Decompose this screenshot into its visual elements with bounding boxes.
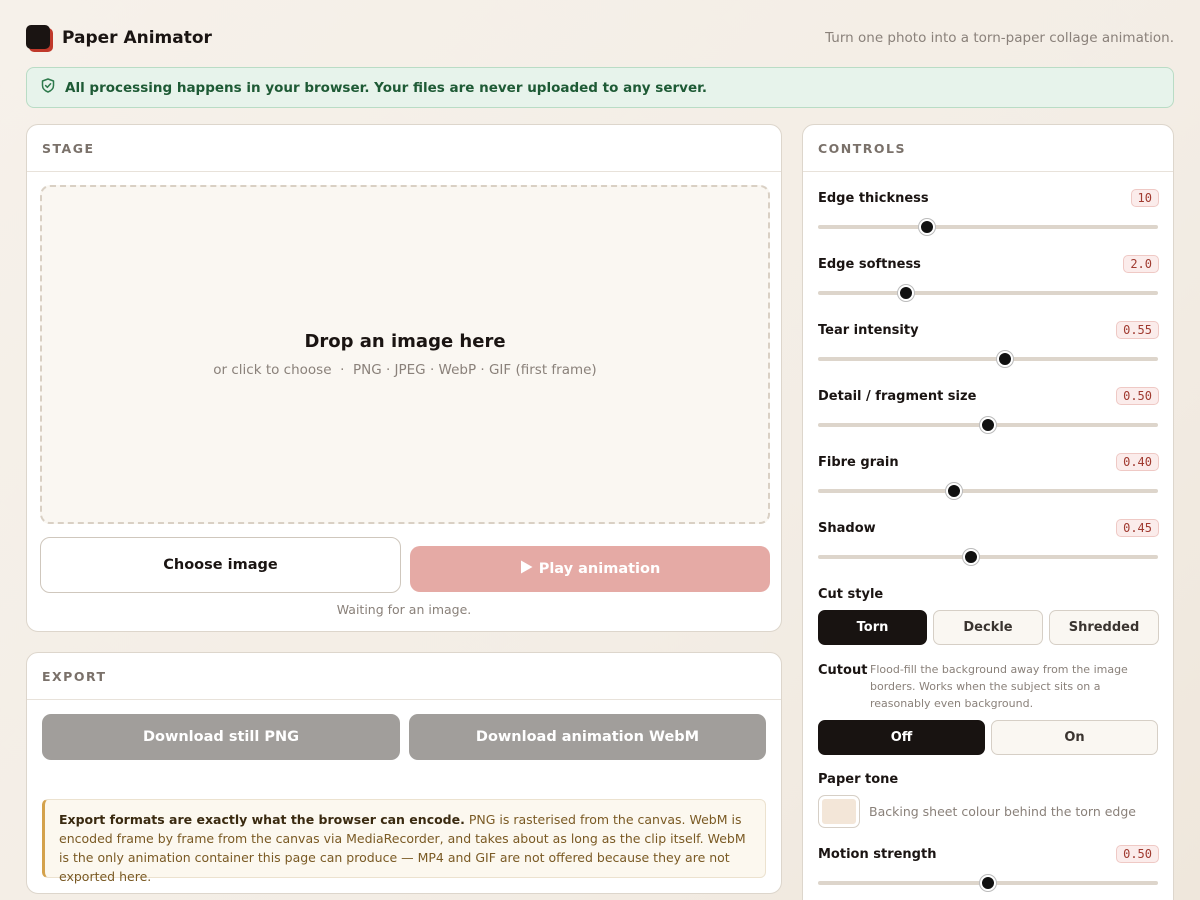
stage-panel: STAGE Drop an image here or click to cho… bbox=[26, 124, 782, 632]
detail-fragment-size-value: 0.50 bbox=[1116, 387, 1159, 405]
shadow-thumb[interactable] bbox=[963, 549, 979, 565]
tagline: Turn one photo into a torn-paper collage… bbox=[825, 30, 1174, 46]
controls-panel: CONTROLS Edge thickness 10 Edge softness 2.… bbox=[802, 124, 1174, 900]
detail-fragment-size-slider[interactable] bbox=[818, 417, 1158, 433]
motion-strength-value: 0.50 bbox=[1116, 845, 1159, 863]
cut-style-shredded[interactable]: Shredded bbox=[1049, 610, 1159, 645]
cut-style-deckle[interactable]: Deckle bbox=[933, 610, 1043, 645]
edge-thickness-thumb[interactable] bbox=[918, 219, 935, 235]
shadow-control: Shadow 0.45 bbox=[818, 517, 1159, 565]
app-title: Paper Animator bbox=[62, 28, 212, 48]
play-animation-label: Play animation bbox=[538, 561, 661, 577]
app-header: Paper Animator Turn one photo into a tor… bbox=[26, 24, 1174, 52]
detail-fragment-size-thumb[interactable] bbox=[980, 417, 996, 433]
paper-tone-swatch[interactable] bbox=[818, 795, 860, 828]
app-logo-icon bbox=[26, 25, 53, 52]
download-png-button[interactable]: Download still PNG bbox=[42, 714, 400, 760]
paper-tone-control: Paper tone bbox=[818, 768, 1159, 787]
edge-thickness-control: Edge thickness 10 bbox=[818, 187, 1159, 235]
download-webm-button[interactable]: Download animation WebM bbox=[409, 714, 766, 760]
stage-title: STAGE bbox=[27, 125, 781, 172]
tear-intensity-value: 0.55 bbox=[1116, 321, 1159, 339]
shadow-value: 0.45 bbox=[1116, 519, 1159, 537]
image-drop-zone[interactable]: Drop an image here or click to choose · … bbox=[40, 185, 770, 524]
edge-softness-control: Edge softness 2.0 bbox=[818, 253, 1159, 301]
cutout-description: Flood-fill the background away from the … bbox=[870, 663, 1128, 710]
play-icon bbox=[520, 560, 533, 578]
cut-style-control: Cut style bbox=[818, 583, 1159, 602]
edge-softness-slider[interactable] bbox=[818, 285, 1158, 301]
drop-zone-title: Drop an image here bbox=[304, 331, 506, 352]
cutout-on[interactable]: On bbox=[991, 720, 1158, 755]
choose-image-button[interactable]: Choose image bbox=[40, 537, 401, 593]
cutout-segmented: Off On bbox=[818, 720, 1158, 755]
shadow-slider[interactable] bbox=[818, 549, 1158, 565]
paper-tone-description: Backing sheet colour behind the torn edg… bbox=[869, 804, 1136, 819]
fibre-grain-value: 0.40 bbox=[1116, 453, 1159, 471]
paper-tone-label: Paper tone bbox=[818, 772, 899, 787]
cut-style-segmented: Torn Deckle Shredded bbox=[818, 610, 1159, 645]
tear-intensity-label: Tear intensity bbox=[818, 322, 919, 338]
shadow-label: Shadow bbox=[818, 520, 876, 536]
cut-style-torn[interactable]: Torn bbox=[818, 610, 927, 645]
edge-thickness-label: Edge thickness bbox=[818, 190, 929, 206]
export-panel: EXPORT Download still PNG Download anima… bbox=[26, 652, 782, 894]
fibre-grain-label: Fibre grain bbox=[818, 454, 899, 470]
export-title: EXPORT bbox=[27, 653, 781, 700]
edge-softness-value: 2.0 bbox=[1123, 255, 1159, 273]
drop-zone-subtitle: or click to choose · PNG · JPEG · WebP ·… bbox=[213, 362, 597, 378]
tear-intensity-control: Tear intensity 0.55 bbox=[818, 319, 1159, 367]
tear-intensity-slider[interactable] bbox=[818, 351, 1158, 367]
edge-softness-label: Edge softness bbox=[818, 256, 921, 272]
edge-thickness-slider[interactable] bbox=[818, 219, 1158, 235]
play-animation-button[interactable]: Play animation bbox=[410, 546, 770, 592]
shield-check-icon bbox=[41, 78, 55, 97]
tear-intensity-thumb[interactable] bbox=[997, 351, 1013, 367]
edge-thickness-value: 10 bbox=[1130, 189, 1159, 207]
motion-strength-label: Motion strength bbox=[818, 846, 937, 862]
motion-strength-thumb[interactable] bbox=[980, 875, 996, 891]
fibre-grain-thumb[interactable] bbox=[946, 483, 962, 499]
privacy-notice-text: All processing happens in your browser. … bbox=[65, 79, 707, 96]
export-info-bold: Export formats are exactly what the brow… bbox=[59, 812, 465, 827]
stage-status: Waiting for an image. bbox=[336, 602, 472, 617]
privacy-notice: All processing happens in your browser. … bbox=[26, 67, 1174, 108]
edge-softness-thumb[interactable] bbox=[898, 285, 915, 301]
motion-strength-slider[interactable] bbox=[818, 875, 1158, 891]
motion-strength-control: Motion strength 0.50 bbox=[818, 843, 1159, 891]
cut-style-label: Cut style bbox=[818, 587, 884, 602]
controls-title: CONTROLS bbox=[803, 125, 1173, 172]
detail-fragment-size-label: Detail / fragment size bbox=[818, 388, 977, 404]
fibre-grain-control: Fibre grain 0.40 bbox=[818, 451, 1159, 499]
cutout-label: Cutout bbox=[818, 663, 868, 678]
export-info-note: Export formats are exactly what the brow… bbox=[42, 799, 766, 884]
brand: Paper Animator bbox=[26, 25, 212, 52]
fibre-grain-slider[interactable] bbox=[818, 483, 1158, 499]
detail-fragment-size-control: Detail / fragment size 0.50 bbox=[818, 385, 1159, 433]
cutout-off[interactable]: Off bbox=[818, 720, 985, 755]
